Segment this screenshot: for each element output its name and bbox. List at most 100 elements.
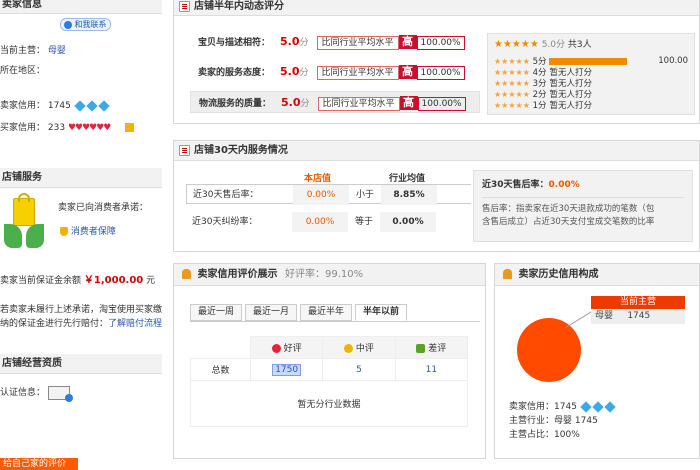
rating-bar-row: ★★★★★ 5分 100.00 xyxy=(494,56,688,67)
service-row: 近30天纠纷率： 0.00% 等于 0.00% xyxy=(186,212,471,232)
after-sale-info-box: 近30天售后率：0.00% 售后率：指卖家在近30天退款成功的笔数（包 含售后成… xyxy=(473,170,693,242)
pie-leader-line xyxy=(564,311,592,329)
consumer-guard-block: 卖家已向消费者承诺： 消费者保障 xyxy=(0,193,165,256)
cert-label: 认证信息： xyxy=(0,388,46,398)
service-industry-value: 8.85% xyxy=(381,185,437,205)
seller-credit-label: 卖家信用： xyxy=(0,101,46,111)
bad-count[interactable]: 11 xyxy=(426,365,437,375)
total-label: 总数 xyxy=(190,358,251,381)
dsr-score: 5.0 xyxy=(280,65,300,78)
rating-bar-value: 暂无人打分 xyxy=(549,101,592,111)
col-industry-header: 行业均值 xyxy=(389,174,426,184)
service-row: 近30天售后率： 0.00% 小于 8.85% xyxy=(186,184,471,205)
dsr-compare: 比同行业平均水平 xyxy=(317,97,400,111)
history-panel: 卖家历史信用构成 当前主营 母婴 1745 卖家信用：1745 主营行业：母婴 … xyxy=(494,263,700,459)
heart-icon: ♥♥ xyxy=(67,123,83,133)
service-shop-value: 0.00% xyxy=(292,212,348,232)
star-icon: ★★★★★ xyxy=(494,79,530,88)
service-relation: 等于 xyxy=(354,217,373,227)
evaluate-button[interactable]: 给自己家的评价 xyxy=(0,458,78,470)
diamond-icon xyxy=(86,99,98,112)
deposit-row: 卖家当前保证金余额 ￥1,000.00 元 xyxy=(0,274,165,288)
claim-process-link[interactable]: 了解赔付流程 xyxy=(108,319,162,329)
cert-row: 认证信息： xyxy=(0,385,73,402)
col-shop-header: 本店值 xyxy=(304,174,332,184)
dsr-pct: 100.00% xyxy=(417,97,466,111)
diamond-icon xyxy=(592,400,604,413)
bad-rating-icon xyxy=(416,344,426,353)
history-details: 卖家信用：1745 主营行业：母婴 1745 主营占比：100% xyxy=(509,400,616,442)
dsr-score: 5.0 xyxy=(281,96,301,109)
chat-icon xyxy=(64,20,72,29)
dsr-compare: 比同行业平均水平 xyxy=(316,66,399,80)
rating-bar-fill xyxy=(549,58,628,65)
shopping-bag-icon xyxy=(4,193,44,250)
dsr-row: 卖家的服务态度： 5.0分 比同行业平均水平高 100.00% xyxy=(190,61,480,83)
rating-bar-row: ★★★★★ 2分 暂无人打分 xyxy=(494,89,688,100)
promise-text: 卖家已向消费者承诺： xyxy=(58,203,149,213)
contact-button[interactable]: 和我联系 xyxy=(60,18,111,31)
star-icon: ★★★★★ xyxy=(494,39,539,50)
diamond-icon xyxy=(604,400,616,413)
credit-tabs: 最近一周 最近一月 最近半年 半年以前 xyxy=(190,304,480,322)
good-rating-icon xyxy=(271,344,281,353)
dsr-label: 卖家的服务态度： xyxy=(198,68,271,78)
seller-info-header: 卖家信息 xyxy=(0,0,162,14)
credit-tab[interactable]: 最近一周 xyxy=(190,304,243,321)
deposit-label: 卖家当前保证金余额 xyxy=(0,276,82,286)
credit-tab[interactable]: 半年以前 xyxy=(355,304,408,321)
half-year-header: 店铺半年内动态评分 xyxy=(174,0,699,16)
shop-icon xyxy=(179,0,190,12)
diamond-icon xyxy=(74,99,86,112)
rating-bar-value: 暂无人打分 xyxy=(549,79,592,89)
seller-credit-value: 1745 xyxy=(47,101,71,111)
service-label: 近30天纠纷率： xyxy=(192,217,258,227)
seller-info-block: 和我联系 当前主营： 母婴 所在地区： 卖家信用： 1745 买家信用： 233… xyxy=(0,18,165,135)
rating-bar-label: 5分 xyxy=(532,57,547,67)
shop-service-header: 店铺服务 xyxy=(0,168,162,188)
mid-rating-icon xyxy=(344,344,354,353)
dsr-unit: 分 xyxy=(299,68,309,78)
good-rate: 好评率：99.10% xyxy=(284,269,364,280)
mid-count[interactable]: 5 xyxy=(356,365,362,375)
rating-bar-value: 100.00 xyxy=(658,56,688,66)
shield-icon xyxy=(60,227,68,236)
half-year-panel: 店铺半年内动态评分 宝贝与描述相符： 5.0分 比同行业平均水平高 100.00% 卖家… xyxy=(173,0,700,124)
buyer-credit-value: 233 xyxy=(47,123,66,133)
service-relation: 小于 xyxy=(355,190,374,200)
credit-panel: 卖家信用评价展示 好评率：99.10% 最近一周 最近一月 最近半年 半年以前 好评 … xyxy=(173,263,486,459)
star-icon: ★★★★★ xyxy=(494,101,530,110)
deposit-note: 若卖家未履行上述承诺，淘宝使用买家缴 纳的保证金进行先行赔付：了解赔付流程 xyxy=(0,305,163,329)
credit-tab[interactable]: 最近半年 xyxy=(300,304,353,321)
credit-tab[interactable]: 最近一月 xyxy=(245,304,298,321)
consumer-guard-link[interactable]: 消费者保障 xyxy=(71,227,116,237)
rating-bar-value: 暂无人打分 xyxy=(549,90,592,100)
dsr-row: 物流服务的质量： 5.0分 比同行业平均水平高 100.00% xyxy=(190,91,480,113)
rating-bar-value: 暂无人打分 xyxy=(549,68,592,78)
flag-icon xyxy=(125,123,135,132)
rating-bar-label: 2分 xyxy=(532,90,547,100)
no-industry-data: 暂无分行业数据 xyxy=(190,380,468,427)
dsr-pct: 100.00% xyxy=(416,66,465,80)
good-count[interactable]: 1750 xyxy=(272,363,302,376)
thirty-day-header: 店铺30天内服务情况 xyxy=(174,141,699,161)
main-business-link[interactable]: 母婴 xyxy=(48,46,66,56)
user-icon xyxy=(182,269,191,279)
dsr-compare: 比同行业平均水平 xyxy=(316,36,399,50)
dsr-unit: 分 xyxy=(300,99,310,109)
deposit-value: ￥1,000.00 xyxy=(83,275,144,286)
heart-icon: ♥♥ xyxy=(96,123,111,133)
heart-icon: ♥♥ xyxy=(82,123,97,133)
history-header: 卖家历史信用构成 xyxy=(495,264,699,286)
service-shop-value: 0.00% xyxy=(293,185,349,205)
dsr-pct: 100.00% xyxy=(416,36,465,50)
service-rows: 近30天售后率： 0.00% 小于 8.85% 近30天纠纷率： 0.00% 等于 0.00% xyxy=(186,184,471,240)
dsr-high: 高 xyxy=(398,35,417,49)
license-icon[interactable] xyxy=(47,385,73,402)
diamond-icon xyxy=(98,99,110,112)
dsr-unit: 分 xyxy=(299,38,309,48)
credit-header: 卖家信用评价展示 好评率：99.10% xyxy=(174,264,485,286)
star-icon: ★★★★★ xyxy=(494,90,530,99)
rating-bars: ★★★★★ 5分 100.00 ★★★★★ 4分 暂无人打分 ★★★★★ 3分 暂无人打分… xyxy=(494,56,688,111)
dsr-label: 物流服务的质量： xyxy=(199,99,272,109)
